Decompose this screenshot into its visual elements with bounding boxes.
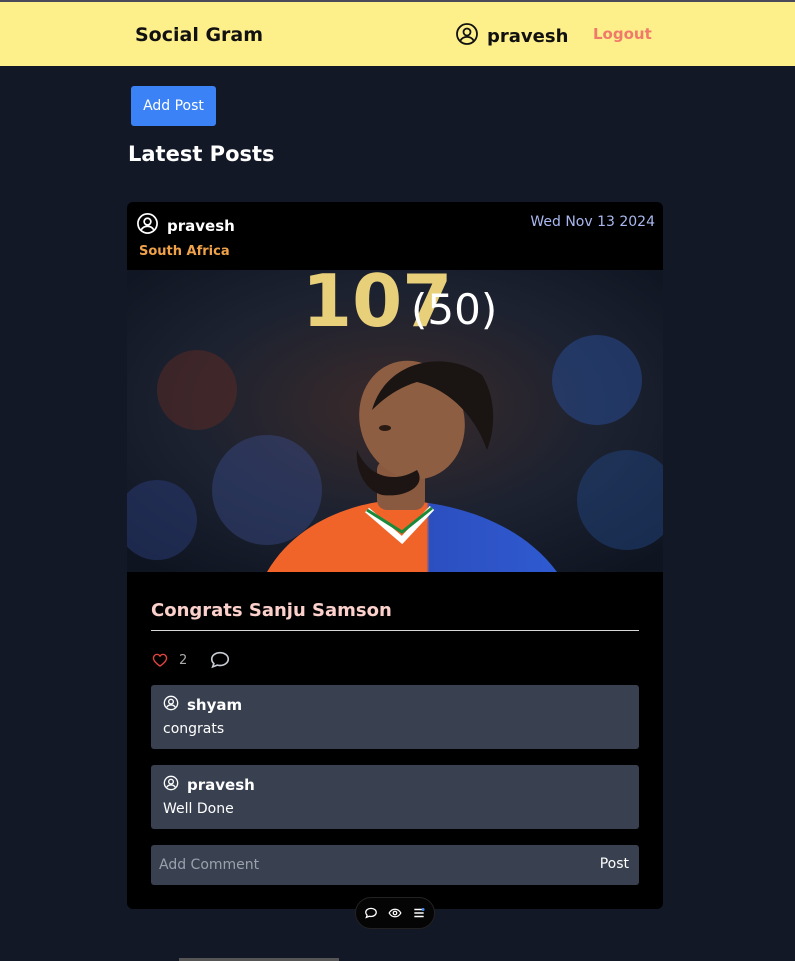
comment-username: pravesh xyxy=(187,776,255,794)
chat-icon[interactable] xyxy=(364,906,378,920)
user-circle-icon xyxy=(163,695,179,715)
post-author-row: pravesh xyxy=(136,212,235,239)
comment-item: pravesh Well Done xyxy=(151,765,639,829)
comment-text: Well Done xyxy=(163,801,234,817)
comment-user-row: shyam xyxy=(163,695,242,715)
nav-user: pravesh xyxy=(455,22,568,51)
post-actions: 2 xyxy=(151,649,231,671)
comment-user-row: pravesh xyxy=(163,775,255,795)
comment-item: shyam congrats xyxy=(151,685,639,749)
post-card: pravesh Wed Nov 13 2024 South Africa 107… xyxy=(127,202,663,909)
post-comment-button[interactable]: Post xyxy=(600,856,629,872)
comment-username: shyam xyxy=(187,696,243,714)
heart-icon[interactable] xyxy=(151,651,169,669)
user-circle-icon xyxy=(455,22,479,51)
brand-title[interactable]: Social Gram xyxy=(135,24,263,46)
floating-toolbar xyxy=(355,897,435,929)
nav-username: pravesh xyxy=(487,26,569,47)
section-title: Latest Posts xyxy=(128,142,275,166)
comment-form: Post xyxy=(151,845,639,885)
like-count: 2 xyxy=(179,652,188,668)
user-circle-icon xyxy=(163,775,179,795)
add-post-button[interactable]: Add Post xyxy=(131,86,216,126)
post-image: 107 (50) xyxy=(127,270,663,572)
eye-icon[interactable] xyxy=(388,906,402,920)
list-icon[interactable] xyxy=(412,906,426,920)
comment-bubble-icon[interactable] xyxy=(209,649,231,671)
post-title: Congrats Sanju Samson xyxy=(151,600,639,631)
user-circle-icon xyxy=(136,212,159,239)
comment-text: congrats xyxy=(163,721,225,737)
image-balls: (50) xyxy=(411,285,497,334)
post-author: pravesh xyxy=(167,216,235,235)
navbar: Social Gram pravesh Logout xyxy=(0,0,795,66)
post-date: Wed Nov 13 2024 xyxy=(530,214,655,230)
logout-link[interactable]: Logout xyxy=(593,25,652,43)
post-location: South Africa xyxy=(139,244,230,259)
comment-input[interactable] xyxy=(151,845,571,885)
